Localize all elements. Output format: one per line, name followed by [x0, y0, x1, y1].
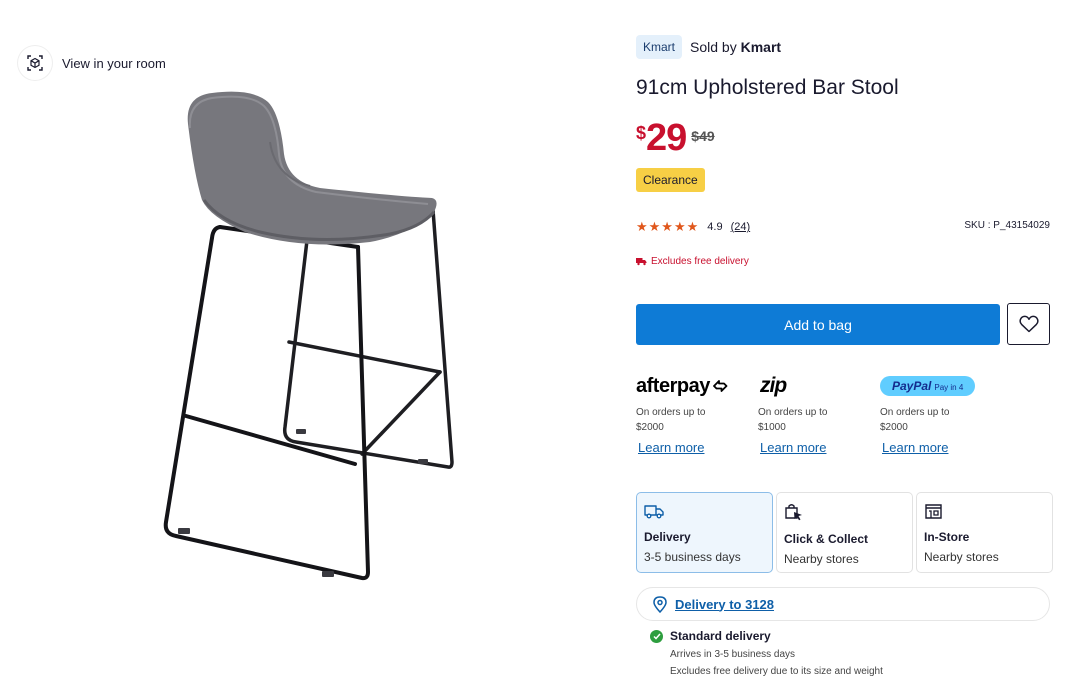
standard-delivery-info: Standard delivery Arrives in 3-5 busines… [650, 629, 883, 677]
fulfilment-click-collect[interactable]: Click & Collect Nearby stores [776, 492, 913, 573]
payment-afterpay: afterpay On orders up to $2000 Learn mor… [636, 374, 758, 457]
price-block: $ 29 $49 [636, 118, 715, 158]
click-collect-option-title: Click & Collect [784, 532, 869, 546]
standard-delivery-eta: Arrives in 3-5 business days [670, 649, 796, 660]
delivery-note: Excludes free delivery [636, 256, 749, 267]
paypal-desc: On orders up to $2000 [880, 407, 950, 433]
bag-cursor-icon [785, 504, 802, 521]
standard-delivery-header: Standard delivery [650, 629, 883, 643]
location-pin-icon [653, 595, 667, 613]
in-store-option-sub: Nearby stores [924, 550, 999, 564]
review-count-link[interactable]: (24) [731, 221, 751, 233]
product-info: Kmart Sold by Kmart 91cm Upholstered Bar… [636, 0, 1056, 696]
sold-by-text: Sold by Kmart [690, 39, 781, 55]
sku: SKU : P_43154029 [964, 220, 1050, 231]
payment-options: afterpay On orders up to $2000 Learn mor… [636, 374, 1036, 457]
afterpay-logo-text: afterpay [636, 374, 710, 397]
paypal-learn-more-link[interactable]: Learn more [880, 440, 948, 455]
in-store-option-title: In-Store [924, 530, 970, 544]
afterpay-learn-more-link[interactable]: Learn more [636, 440, 704, 455]
current-price: 29 [646, 117, 687, 159]
afterpay-arrows-icon [712, 380, 728, 392]
was-price: $49 [691, 128, 715, 144]
zip-logo: zip [758, 374, 880, 398]
brand-badge[interactable]: Kmart [636, 35, 683, 59]
delivery-location-link[interactable]: Delivery to 3128 [675, 597, 774, 612]
store-icon [925, 504, 942, 519]
sold-by-name: Kmart [740, 39, 782, 55]
product-title: 91cm Upholstered Bar Stool [636, 76, 899, 99]
zip-learn-more-link[interactable]: Learn more [758, 440, 826, 455]
paypal-logo-sub: Pay in 4 [934, 383, 964, 392]
rating-stars-icon: ★★★★★ [636, 219, 700, 234]
product-image [163, 91, 454, 581]
delivery-option-title: Delivery [644, 530, 691, 544]
ar-cube-icon [18, 46, 52, 80]
rating-value: 4.9 [707, 221, 723, 233]
afterpay-desc: On orders up to $2000 [636, 407, 706, 433]
afterpay-logo: afterpay [636, 374, 758, 398]
sold-by-prefix: Sold by [690, 39, 737, 55]
truck-icon [644, 505, 664, 519]
fulfilment-options: Delivery 3-5 business days Click & Colle… [636, 492, 1053, 573]
check-circle-icon [650, 629, 663, 643]
fulfilment-in-store[interactable]: In-Store Nearby stores [916, 492, 1053, 573]
paypal-logo: PayPal Pay in 4 [880, 374, 1002, 398]
paypal-logo-text: PayPal [892, 379, 932, 393]
add-to-bag-button[interactable]: Add to bag [636, 304, 1000, 345]
click-collect-option-sub: Nearby stores [784, 552, 859, 566]
payment-zip: zip On orders up to $1000 Learn more [758, 374, 880, 457]
delivery-option-sub: 3-5 business days [644, 550, 741, 564]
fulfilment-delivery[interactable]: Delivery 3-5 business days [636, 492, 773, 573]
standard-delivery-note: Excludes free delivery due to its size a… [670, 666, 883, 677]
truck-small-icon [636, 258, 647, 266]
currency-symbol: $ [636, 123, 647, 143]
seller-info: Kmart Sold by Kmart [636, 35, 781, 59]
rating-summary[interactable]: ★★★★★ 4.9 (24) [636, 219, 750, 235]
view-in-room-button[interactable]: View in your room [18, 46, 166, 80]
standard-delivery-title: Standard delivery [670, 629, 771, 643]
payment-paypal: PayPal Pay in 4 On orders up to $2000 Le… [880, 374, 1002, 457]
product-gallery: View in your room [0, 0, 620, 696]
wishlist-button[interactable] [1007, 303, 1050, 345]
clearance-badge: Clearance [636, 168, 705, 192]
delivery-location-selector[interactable]: Delivery to 3128 [636, 587, 1050, 621]
delivery-note-text: Excludes free delivery [651, 256, 749, 267]
zip-desc: On orders up to $1000 [758, 407, 828, 433]
heart-icon [1018, 315, 1039, 333]
zip-logo-text: zip [760, 374, 787, 397]
view-in-room-label: View in your room [62, 55, 166, 71]
